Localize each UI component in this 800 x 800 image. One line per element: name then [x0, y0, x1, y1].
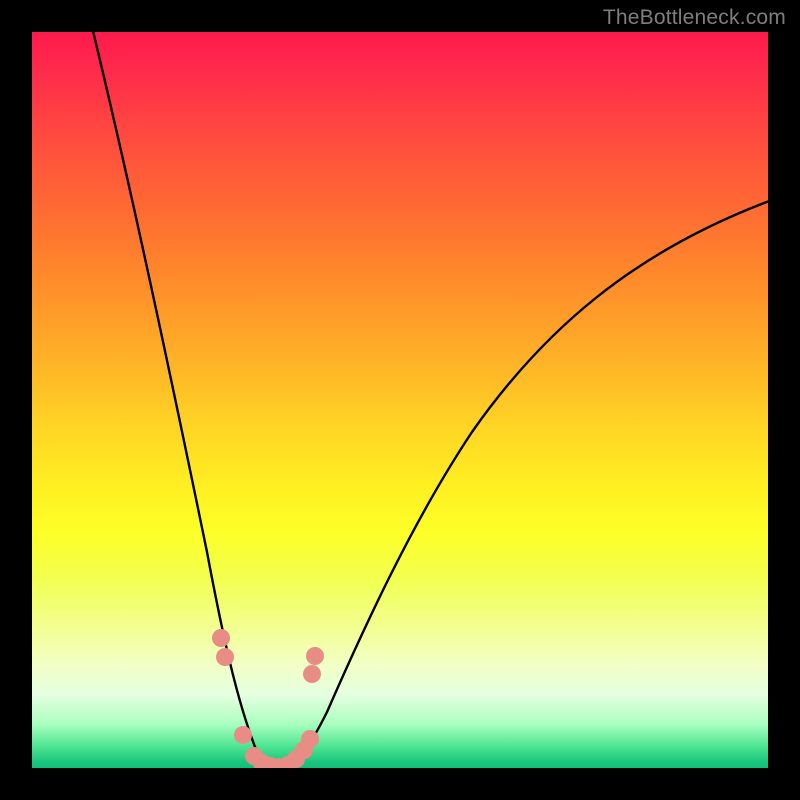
marker	[234, 726, 252, 744]
marker	[306, 647, 324, 665]
left-curve	[92, 32, 277, 768]
curve-layer	[32, 32, 768, 768]
marker	[301, 730, 319, 748]
right-curve	[282, 200, 768, 768]
plot-area	[32, 32, 768, 768]
marker	[212, 629, 230, 647]
chart-frame: TheBottleneck.com	[0, 0, 800, 800]
marker	[303, 665, 321, 683]
watermark-text: TheBottleneck.com	[603, 6, 786, 30]
marker	[216, 648, 234, 666]
marker-group	[212, 629, 324, 768]
